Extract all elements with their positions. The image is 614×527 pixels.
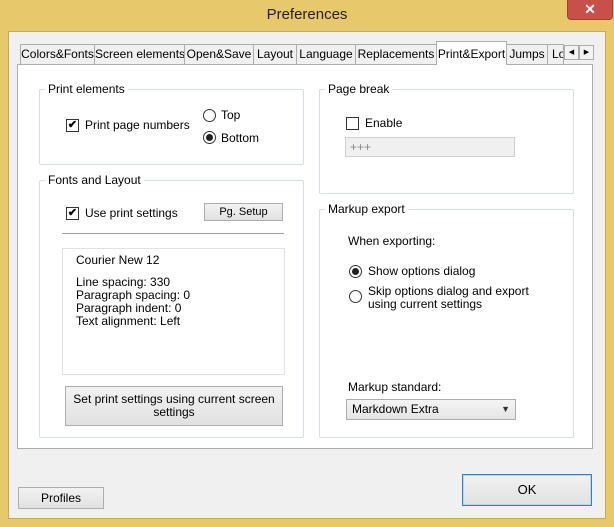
window-title: Preferences <box>266 6 348 23</box>
bottom-radio[interactable] <box>203 131 216 144</box>
markup-standard-select[interactable]: Markdown Extra ▼ <box>346 399 516 420</box>
top-label: Top <box>221 108 241 122</box>
top-radio[interactable] <box>203 109 216 122</box>
print-elements-legend: Print elements <box>45 82 128 96</box>
tab-screen-elements[interactable]: Screen elements <box>94 44 185 64</box>
preview-text-alignment: Text alignment: Left <box>76 314 181 328</box>
tab-scroll-left-button[interactable]: ◀ <box>564 45 579 60</box>
checkmark-icon: ✔ <box>67 207 78 219</box>
enable-checkbox[interactable] <box>346 117 359 130</box>
skip-options-dialog-label-line-2: using current settings <box>368 297 483 311</box>
ok-button[interactable]: OK <box>462 474 592 506</box>
profiles-button[interactable]: Profiles <box>18 487 104 509</box>
print-page-numbers-checkbox[interactable]: ✔ <box>66 119 79 132</box>
tab-print-export[interactable]: Print&Export <box>436 41 507 65</box>
chevron-left-icon: ◀ <box>568 49 575 56</box>
enable-label: Enable <box>365 116 403 130</box>
print-page-numbers-label: Print page numbers <box>85 118 190 132</box>
markup-export-legend: Markup export <box>325 202 408 216</box>
tab-jumps[interactable]: Jumps <box>506 44 548 64</box>
tab-language[interactable]: Language <box>296 44 356 64</box>
close-button[interactable]: ✕ <box>567 0 613 20</box>
show-options-dialog-radio[interactable] <box>349 265 362 278</box>
bottom-label: Bottom <box>221 131 260 145</box>
preview-line-spacing: Line spacing: 330 <box>76 275 171 289</box>
set-print-settings-button[interactable]: Set print settings using current screen … <box>65 386 283 426</box>
tab-lo[interactable]: Lo <box>547 44 564 64</box>
pg-setup-button[interactable]: Pg. Setup <box>204 203 283 221</box>
checkmark-icon: ✔ <box>67 119 78 131</box>
fonts-layout-legend: Fonts and Layout <box>45 173 144 187</box>
preview-paragraph-spacing: Paragraph spacing: 0 <box>76 288 191 302</box>
when-exporting-label: When exporting: <box>348 234 436 248</box>
show-options-dialog-label: Show options dialog <box>368 264 476 278</box>
tab-open-save[interactable]: Open&Save <box>184 44 254 64</box>
separator <box>62 233 284 234</box>
tab-colors-fonts[interactable]: Colors&Fonts <box>20 44 95 64</box>
preview-font: Courier New 12 <box>76 253 160 267</box>
tab-layout[interactable]: Layout <box>253 44 297 64</box>
set-print-settings-label-line-2: settings <box>153 405 195 419</box>
skip-options-dialog-radio[interactable] <box>349 290 362 303</box>
page-break-legend: Page break <box>325 82 393 96</box>
use-print-settings-checkbox[interactable]: ✔ <box>66 207 79 220</box>
use-print-settings-label: Use print settings <box>85 206 178 220</box>
page-break-string-input[interactable]: +++ <box>345 137 515 157</box>
markup-standard-label: Markup standard: <box>348 380 442 394</box>
preview-paragraph-indent: Paragraph indent: 0 <box>76 301 182 315</box>
skip-options-dialog-label: Skip options dialog and export using cur… <box>368 285 529 311</box>
tab-replacements[interactable]: Replacements <box>355 44 437 64</box>
tab-scroll-right-button[interactable]: ▶ <box>579 45 594 60</box>
close-icon: ✕ <box>584 1 596 17</box>
markup-standard-value: Markdown Extra <box>352 402 439 416</box>
chevron-right-icon: ▶ <box>583 49 590 56</box>
chevron-down-icon: ▼ <box>501 404 510 414</box>
